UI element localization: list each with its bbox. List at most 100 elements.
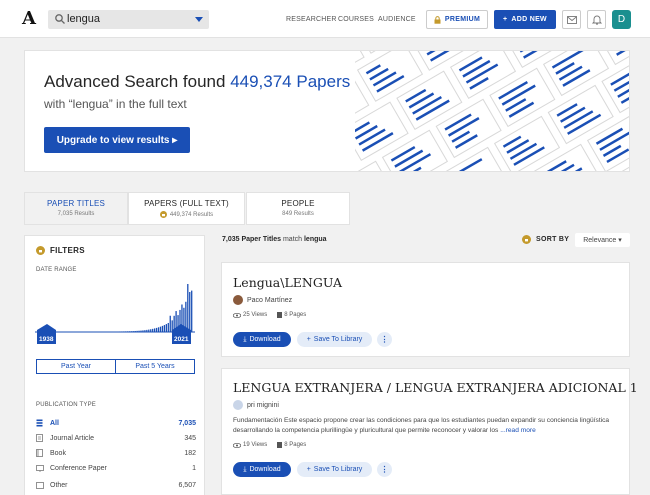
author-name[interactable]: Paco Martínez: [247, 297, 292, 304]
views-count: 25 Views: [243, 312, 268, 318]
author-avatar[interactable]: [233, 400, 243, 410]
pub-type-other[interactable]: Other 6,507: [36, 479, 196, 491]
eye-icon: [233, 312, 241, 318]
date-range-label: DATE RANGE: [36, 267, 77, 273]
tab-count-row: 449,374 Results: [129, 211, 244, 218]
lock-icon: [36, 246, 45, 255]
filters-panel: FILTERS DATE RANGE 1938 2021 Past Year P…: [24, 235, 205, 495]
histogram-bar: [167, 322, 169, 332]
lock-icon: [434, 15, 441, 24]
paper-title[interactable]: Lengua\LENGUA: [233, 275, 342, 290]
nav-researcher[interactable]: RESEARCHER: [286, 16, 337, 23]
lock-icon: [522, 235, 531, 244]
tab-count: 849 Results: [282, 211, 314, 217]
past-5-years-button[interactable]: Past 5 Years: [115, 359, 195, 374]
read-more-link[interactable]: ...read more: [500, 427, 536, 434]
search-icon: [55, 14, 65, 24]
results-match-text: match: [281, 236, 304, 243]
other-icon: [36, 481, 44, 489]
histogram-bar: [189, 292, 191, 332]
histogram-bar: [165, 324, 167, 332]
add-new-button[interactable]: + ADD NEW: [494, 10, 556, 29]
year-start-label: 1938: [39, 336, 54, 343]
search-box[interactable]: lengua: [48, 10, 209, 29]
tab-full-text[interactable]: PAPERS (FULL TEXT) 449,374 Results: [128, 192, 245, 225]
user-avatar[interactable]: D: [612, 10, 631, 29]
plus-icon: +: [503, 16, 508, 23]
download-icon: ⤓: [243, 335, 247, 343]
pub-type-all[interactable]: All 7,035: [36, 417, 196, 429]
download-button[interactable]: ⤓ Download: [233, 332, 291, 347]
filters-header: FILTERS: [36, 246, 85, 255]
save-to-library-button[interactable]: + Save To Library: [297, 462, 372, 477]
results-count: 7,035 Paper Titles: [222, 236, 282, 243]
histogram-bar: [161, 325, 164, 332]
plus-icon: +: [306, 466, 311, 473]
histogram-bar: [191, 290, 193, 332]
premium-label: PREMIUM: [444, 16, 481, 23]
results-query: lengua: [303, 236, 327, 243]
author-row: Paco Martínez: [233, 295, 292, 305]
pub-type-count: 6,507: [178, 481, 196, 489]
more-options-button[interactable]: ⋮: [377, 462, 392, 477]
messages-button[interactable]: [562, 10, 581, 29]
tab-paper-titles[interactable]: PAPER TITLES 7,035 Results: [24, 192, 128, 225]
download-label: Download: [249, 466, 281, 473]
past-year-button[interactable]: Past Year: [36, 359, 116, 374]
banner-subtitle: with “lengua” in the full text: [44, 97, 187, 111]
pub-type-label: Conference Paper: [50, 464, 107, 472]
pub-type-label: All: [50, 419, 59, 427]
save-label: Save To Library: [313, 466, 363, 473]
more-options-button[interactable]: ⋮: [377, 332, 392, 347]
result-card: Lengua\LENGUA Paco Martínez 25 Views 8 P…: [221, 262, 630, 357]
banner-title-count: 449,374 Papers: [230, 72, 351, 91]
pub-type-conference-paper[interactable]: Conference Paper 1: [36, 462, 196, 474]
premium-button[interactable]: PREMIUM: [426, 10, 488, 29]
upgrade-button[interactable]: Upgrade to view results ▸: [44, 127, 190, 153]
chevron-down-icon[interactable]: [195, 17, 203, 22]
advanced-search-banner: Advanced Search found 449,374 Papers wit…: [24, 50, 630, 172]
notifications-button[interactable]: [587, 10, 606, 29]
histogram-bar: [169, 315, 171, 332]
site-logo[interactable]: A: [22, 8, 36, 29]
book-icon: [36, 449, 43, 457]
stack-icon: [36, 419, 43, 427]
paper-meta: 25 Views 8 Pages: [233, 312, 306, 318]
paper-meta: 19 Views 8 Pages: [233, 442, 306, 448]
pub-type-count: 182: [184, 449, 196, 457]
author-name[interactable]: pri mignini: [247, 402, 279, 409]
paper-thumbnail: [542, 51, 610, 97]
page-icon: [277, 312, 283, 318]
publication-type-label: PUBLICATION TYPE: [36, 402, 96, 408]
tab-title: PAPER TITLES: [46, 199, 106, 208]
download-button[interactable]: ⤓ Download: [233, 462, 291, 477]
presentation-icon: [36, 464, 44, 472]
tab-title: PEOPLE: [281, 199, 315, 208]
date-histogram[interactable]: 1938 2021: [35, 280, 197, 355]
tab-people[interactable]: PEOPLE 849 Results: [246, 192, 350, 225]
pub-type-journal-article[interactable]: Journal Article 345: [36, 432, 196, 444]
download-label: Download: [249, 336, 281, 343]
pages-count: 8 Pages: [284, 312, 307, 318]
histogram-bar: [154, 328, 156, 332]
pub-type-count: 345: [184, 434, 196, 442]
year-end-label: 2021: [174, 336, 189, 343]
eye-icon: [233, 442, 241, 448]
pub-type-count: 1: [192, 464, 196, 472]
author-avatar[interactable]: [233, 295, 243, 305]
paper-title[interactable]: LENGUA EXTRANJERA / LENGUA EXTRANJERA AD…: [233, 380, 638, 395]
pub-type-label: Book: [50, 449, 66, 457]
result-card: LENGUA EXTRANJERA / LENGUA EXTRANJERA AD…: [221, 368, 638, 495]
search-input[interactable]: lengua: [67, 13, 100, 25]
pub-type-book[interactable]: Book 182: [36, 447, 196, 459]
bell-icon: [591, 15, 602, 25]
pages-count: 8 Pages: [284, 442, 307, 448]
paper-abstract: Fundamentación Este espacio propone crea…: [233, 416, 618, 436]
add-new-label: ADD NEW: [511, 16, 547, 23]
papers-illustration: [355, 51, 629, 171]
sort-select[interactable]: Relevance ▾: [575, 233, 630, 247]
save-to-library-button[interactable]: + Save To Library: [297, 332, 372, 347]
nav-courses[interactable]: COURSES: [338, 16, 374, 23]
filters-title: FILTERS: [50, 246, 85, 255]
nav-audience[interactable]: AUDIENCE: [378, 16, 416, 23]
